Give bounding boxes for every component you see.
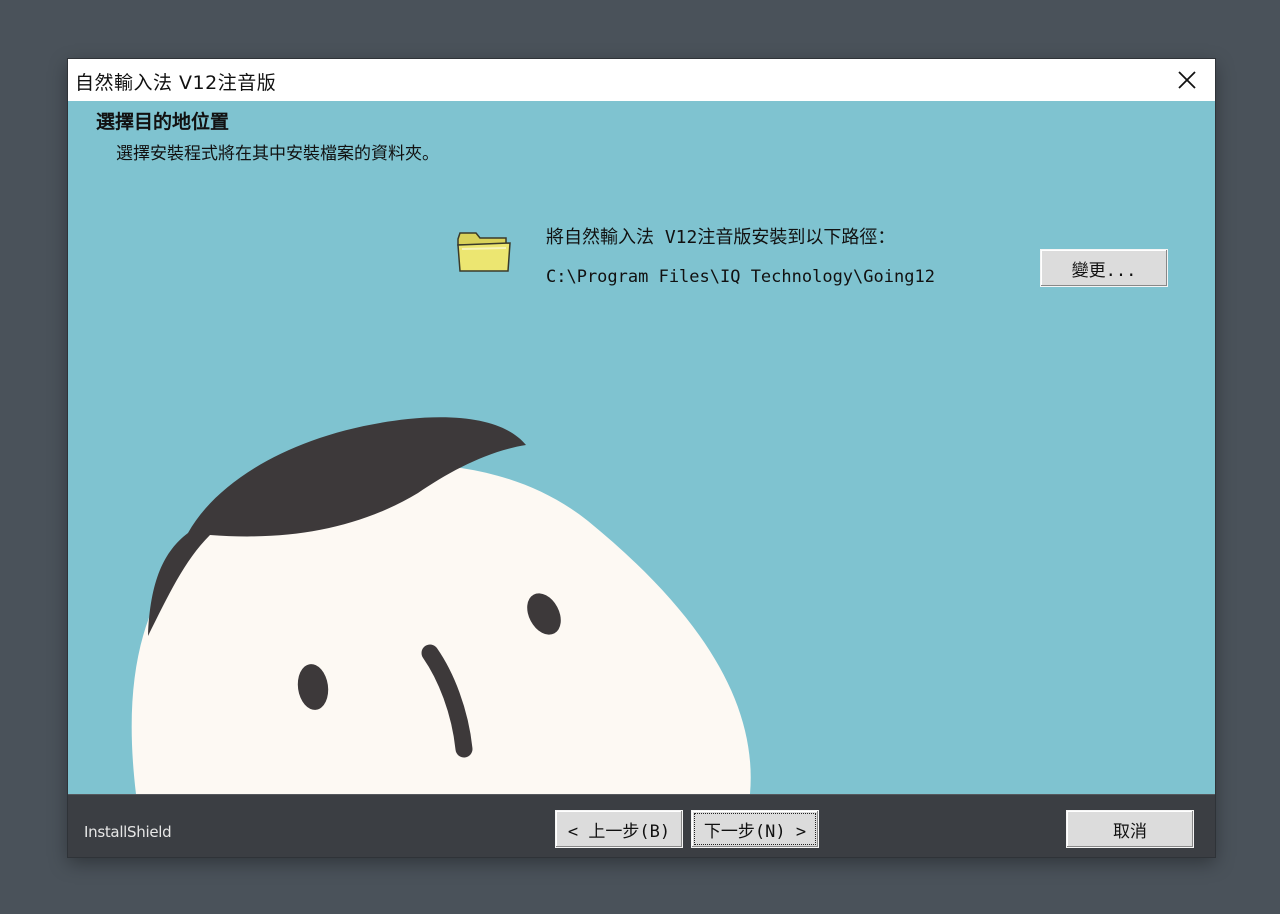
title-bar: 自然輸入法 V12注音版 (68, 59, 1215, 101)
installer-window: 自然輸入法 V12注音版 選擇目的地位置 選擇安裝程式將在其中安裝檔案的資料夾。 (68, 59, 1215, 857)
character-illustration (131, 417, 751, 794)
page-heading: 選擇目的地位置 (96, 111, 230, 133)
footer-bar: InstallShield < 上一步(B) 下一步(N) > 取消 (68, 794, 1215, 857)
change-button[interactable]: 變更... (1040, 249, 1168, 287)
window-title: 自然輸入法 V12注音版 (75, 72, 277, 94)
back-button[interactable]: < 上一步(B) (555, 810, 683, 848)
close-button[interactable] (1159, 59, 1215, 101)
cancel-button[interactable]: 取消 (1066, 810, 1194, 848)
next-button[interactable]: 下一步(N) > (691, 810, 819, 848)
install-path: C:\Program Files\IQ Technology\Going12 (546, 267, 935, 287)
close-icon (1178, 71, 1196, 89)
page-subheading: 選擇安裝程式將在其中安裝檔案的資料夾。 (116, 144, 439, 164)
installshield-brand: InstallShield (84, 823, 172, 841)
dialog-content: 選擇目的地位置 選擇安裝程式將在其中安裝檔案的資料夾。 將自然輸入法 V12注音… (68, 101, 1215, 794)
folder-icon (457, 232, 511, 272)
install-destination-label: 將自然輸入法 V12注音版安裝到以下路徑： (546, 227, 896, 248)
